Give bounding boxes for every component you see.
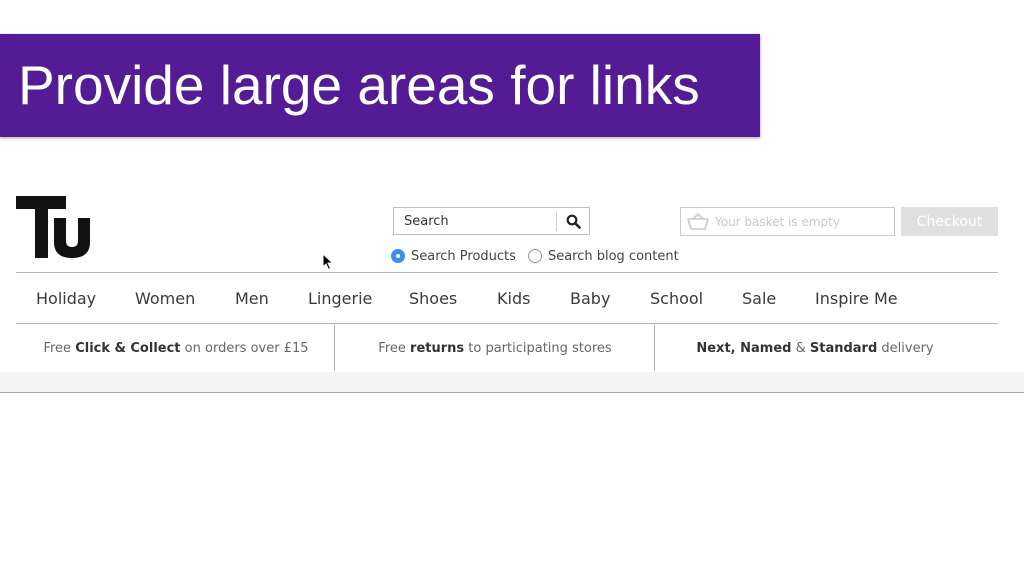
basket-label: Your basket is empty	[715, 214, 840, 229]
promo-delivery[interactable]: Next, Named & Standard delivery	[655, 325, 975, 371]
basket-summary[interactable]: Your basket is empty	[680, 207, 895, 236]
promo-text: to participating stores	[468, 340, 612, 356]
nav-item-kids[interactable]: Kids	[497, 288, 530, 310]
page-content-strip	[0, 372, 1024, 393]
header-divider	[16, 272, 998, 273]
basket-icon	[687, 213, 709, 230]
search-scope-radio-group: Search Products Search blog content	[391, 246, 691, 266]
search-divider	[556, 211, 557, 231]
promo-free-returns[interactable]: Free returns to participating stores	[335, 325, 655, 371]
nav-item-inspire-me[interactable]: Inspire Me	[815, 288, 898, 310]
radio-label: Search Products	[411, 248, 516, 264]
nav-item-lingerie[interactable]: Lingerie	[308, 288, 372, 310]
promo-text-bold: Next, Named	[696, 340, 792, 356]
promo-text: delivery	[881, 340, 934, 356]
radio-search-products[interactable]: Search Products	[391, 249, 516, 264]
nav-item-holiday[interactable]: Holiday	[36, 288, 96, 310]
mouse-cursor-icon	[322, 253, 334, 271]
promo-text-bold: returns	[410, 340, 465, 356]
nav-item-baby[interactable]: Baby	[570, 288, 610, 310]
nav-divider	[16, 323, 998, 324]
search-button[interactable]	[558, 208, 589, 234]
promo-text-bold: Click & Collect	[75, 340, 181, 356]
banner-title: Provide large areas for links	[18, 54, 700, 116]
promo-text: Free	[43, 340, 72, 356]
radio-search-blog[interactable]: Search blog content	[527, 248, 679, 264]
search-input[interactable]	[394, 208, 556, 234]
checkout-button[interactable]: Checkout	[901, 207, 998, 236]
search-box	[393, 207, 590, 235]
promo-text: Free	[378, 340, 406, 356]
radio-button[interactable]	[527, 249, 542, 263]
tu-logo[interactable]	[16, 196, 92, 258]
tu-logo-icon	[16, 196, 90, 258]
title-banner: Provide large areas for links	[0, 34, 760, 137]
nav-item-women[interactable]: Women	[135, 288, 195, 310]
nav-item-sale[interactable]: Sale	[742, 288, 776, 310]
radio-label: Search blog content	[547, 248, 679, 264]
nav-item-shoes[interactable]: Shoes	[409, 288, 457, 310]
search-icon	[566, 214, 581, 229]
nav-item-school[interactable]: School	[650, 288, 703, 310]
promo-click-collect[interactable]: Free Click & Collect on orders over £15	[16, 325, 336, 371]
promo-text: &	[795, 340, 806, 356]
nav-item-men[interactable]: Men	[235, 288, 269, 310]
promo-text: on orders over £15	[184, 340, 309, 356]
promo-text-bold: Standard	[809, 340, 878, 356]
radio-button-checked[interactable]	[391, 249, 405, 263]
